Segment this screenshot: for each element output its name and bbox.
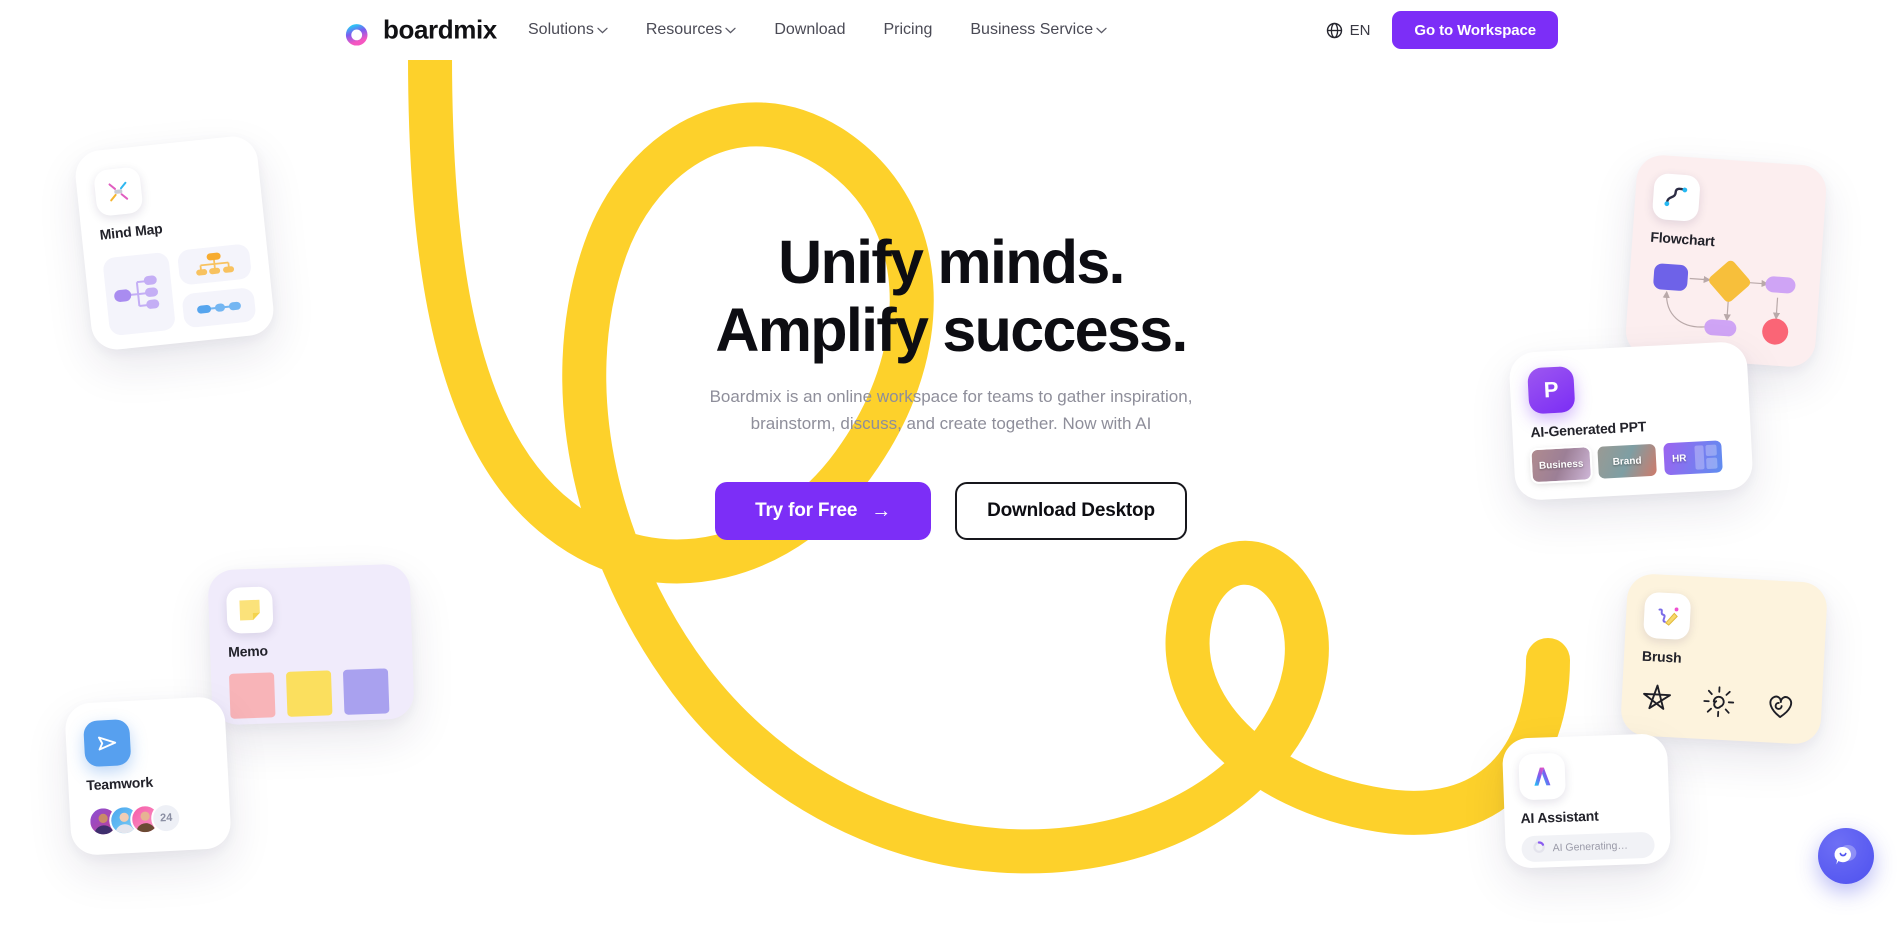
heart-doodle-icon: [1763, 688, 1799, 727]
subtitle-line-2: brainstorm, discuss, and create together…: [750, 414, 1152, 434]
brush-doodle-row: [1639, 682, 1805, 728]
arrow-right-icon: →: [871, 499, 892, 522]
paper-plane-icon: [83, 718, 132, 768]
memo-note-pink[interactable]: [228, 672, 276, 719]
sticky-note-icon: [225, 586, 274, 634]
nav-item-resources[interactable]: Resources: [646, 22, 736, 38]
ppt-template-thumbnails: Business Brand HR: [1529, 440, 1734, 485]
nav-label: Solutions: [528, 21, 594, 38]
boardmix-b-logo-icon: [344, 15, 372, 45]
subtitle-line-1: Boardmix is an online workspace for team…: [709, 386, 1193, 406]
mind-map-icon: [93, 166, 144, 217]
avatar-overflow-count: 24: [150, 802, 182, 834]
teamwork-avatar-stack: 24: [87, 801, 213, 838]
ppt-thumb-business[interactable]: Business: [1529, 445, 1594, 485]
nav-label: Business Service: [970, 21, 1094, 38]
ppt-thumb-hr[interactable]: HR: [1663, 440, 1723, 476]
feature-card-teamwork[interactable]: Teamwork 24: [64, 695, 232, 857]
chevron-down-icon: [597, 27, 608, 34]
ppt-thumb-label: Business: [1538, 458, 1584, 472]
ai-status-pill: AI Generating…: [1521, 831, 1656, 863]
feature-card-flowchart[interactable]: Flowchart: [1624, 153, 1828, 369]
mind-map-preview-linear: [181, 286, 257, 329]
header-actions: EN Go to Workspace: [1326, 11, 1558, 49]
feature-card-brush[interactable]: Brush: [1619, 572, 1829, 746]
hero-cta-row: Try for Free → Download Desktop: [715, 481, 1187, 540]
globe-icon: [1326, 22, 1343, 39]
ppt-thumb-layout-blocks: [1693, 444, 1718, 470]
sun-doodle-icon: [1701, 685, 1737, 724]
nav-item-pricing[interactable]: Pricing: [883, 22, 932, 38]
mind-map-previews: [102, 243, 257, 337]
headline-line-2: Amplify success.: [715, 296, 1188, 365]
nav-label: Resources: [645, 21, 723, 38]
ppt-p-icon: P: [1527, 365, 1576, 415]
ppt-thumb-label: Brand: [1612, 455, 1642, 468]
mind-map-preview-tree: [102, 251, 177, 337]
ppt-thumb-brand[interactable]: Brand: [1597, 443, 1657, 479]
brand-name: boardmix: [383, 14, 497, 45]
card-label: AI-Generated PPT: [1530, 418, 1647, 441]
feature-card-mind-map[interactable]: Mind Map: [73, 133, 276, 353]
card-label: Memo: [227, 642, 269, 660]
mind-map-preview-org: [176, 243, 253, 286]
nav-label: Pricing: [883, 21, 933, 38]
card-label: AI Assistant: [1520, 807, 1599, 827]
brush-pencil-icon: [1643, 591, 1692, 641]
feature-card-ai-assistant[interactable]: AI Assistant AI Generating…: [1501, 733, 1672, 869]
card-label: Mind Map: [98, 220, 164, 243]
memo-note-purple[interactable]: [342, 668, 390, 715]
nav-item-solutions[interactable]: Solutions: [528, 22, 608, 38]
nav-label: Download: [774, 21, 846, 38]
language-label: EN: [1349, 21, 1371, 39]
language-switcher[interactable]: EN: [1326, 21, 1371, 39]
chat-support-button[interactable]: [1818, 828, 1874, 884]
memo-note-yellow[interactable]: [285, 670, 333, 717]
go-to-workspace-button[interactable]: Go to Workspace: [1392, 11, 1558, 49]
ai-status-label: AI Generating…: [1552, 839, 1629, 855]
loading-spinner-icon: [1532, 840, 1546, 856]
site-header: boardmix Solutions Resources Download Pr…: [0, 0, 1902, 60]
memo-note-swatches: [228, 668, 396, 719]
download-desktop-button[interactable]: Download Desktop: [955, 481, 1187, 540]
feature-card-ai-ppt[interactable]: P AI-Generated PPT Business Brand HR: [1508, 340, 1754, 502]
chevron-down-icon: [1096, 27, 1107, 34]
main-navigation: Solutions Resources Download Pricing Bus…: [528, 22, 1107, 38]
chevron-down-icon: [725, 27, 736, 34]
hero-subtitle: Boardmix is an online workspace for team…: [710, 383, 1193, 438]
star-doodle-icon: [1639, 682, 1675, 721]
feature-card-memo[interactable]: Memo: [207, 563, 415, 726]
flowchart-curve-icon: [1651, 172, 1701, 222]
nav-item-business-service[interactable]: Business Service: [970, 22, 1107, 38]
flowchart-diagram-preview: [1643, 255, 1803, 353]
page-title: Unify minds. Amplify success.: [715, 228, 1188, 365]
card-label: Teamwork: [85, 773, 154, 794]
ppt-thumb-label: HR: [1671, 452, 1687, 465]
chat-smiley-icon: [1831, 840, 1861, 873]
ai-sparkle-icon: [1518, 752, 1566, 801]
brand-logo-link[interactable]: boardmix: [344, 15, 497, 46]
try-for-free-label: Try for Free: [755, 499, 858, 521]
headline-line-1: Unify minds.: [778, 228, 1125, 296]
nav-item-download[interactable]: Download: [774, 22, 845, 38]
try-for-free-button[interactable]: Try for Free →: [715, 481, 932, 540]
card-label: Flowchart: [1649, 228, 1716, 250]
card-label: Brush: [1641, 647, 1682, 666]
